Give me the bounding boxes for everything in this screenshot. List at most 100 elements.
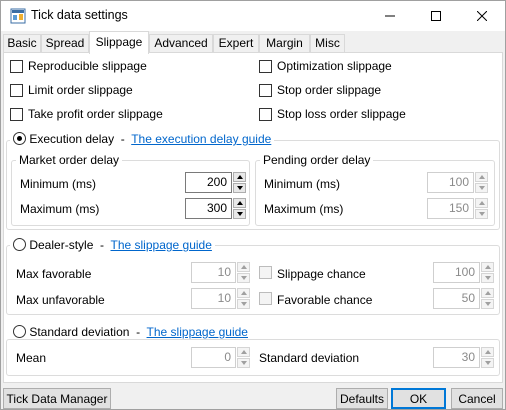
standard-deviation-header: Standard deviation - The slippage guide bbox=[10, 325, 251, 339]
favorable-chance-up-button[interactable] bbox=[481, 288, 494, 298]
limit-order-slippage-label: Limit order slippage bbox=[28, 83, 133, 97]
dealer-style-header: Dealer-style - The slippage guide bbox=[10, 238, 215, 252]
optimization-slippage-checkbox[interactable] bbox=[259, 60, 272, 73]
close-icon bbox=[477, 11, 487, 21]
chevron-down-icon bbox=[478, 186, 485, 190]
stop-order-slippage-label: Stop order slippage bbox=[277, 83, 382, 97]
chevron-up-icon bbox=[240, 265, 247, 269]
slippage-chance-down-button[interactable] bbox=[481, 273, 494, 283]
market-max-up-button[interactable] bbox=[233, 198, 246, 208]
market-min-up-button[interactable] bbox=[233, 172, 246, 182]
chevron-down-icon bbox=[236, 212, 243, 216]
standard-deviation-guide-link[interactable]: The slippage guide bbox=[147, 325, 248, 339]
tick-data-settings-window: Tick data settings Basic Spread Slippage… bbox=[0, 0, 506, 410]
tab-spread[interactable]: Spread bbox=[41, 34, 89, 53]
pending-max-down-button[interactable] bbox=[475, 209, 488, 219]
max-favorable-down-button[interactable] bbox=[237, 273, 250, 283]
tick-data-manager-button[interactable]: Tick Data Manager bbox=[3, 388, 111, 409]
tab-basic[interactable]: Basic bbox=[3, 34, 41, 53]
close-button[interactable] bbox=[459, 1, 505, 31]
pending-min-down-button[interactable] bbox=[475, 183, 488, 193]
dealer-style-label: Dealer-style bbox=[29, 238, 94, 252]
max-unfavorable-stepper[interactable] bbox=[237, 288, 250, 309]
maximize-icon bbox=[431, 11, 441, 21]
max-unfavorable-label: Max unfavorable bbox=[16, 293, 105, 307]
stddev-up-button[interactable] bbox=[481, 347, 494, 357]
market-max-input[interactable]: 300 bbox=[185, 198, 232, 219]
stop-order-slippage-checkbox[interactable] bbox=[259, 84, 272, 97]
chevron-down-icon bbox=[240, 276, 247, 280]
tab-margin[interactable]: Margin bbox=[259, 34, 310, 53]
slippage-chance-up-button[interactable] bbox=[481, 262, 494, 272]
tab-expert[interactable]: Expert bbox=[213, 34, 259, 53]
market-max-down-button[interactable] bbox=[233, 209, 246, 219]
minimize-icon bbox=[385, 15, 395, 17]
favorable-chance-checkbox[interactable] bbox=[259, 292, 272, 305]
chevron-down-icon bbox=[484, 276, 491, 280]
reproducible-slippage-label: Reproducible slippage bbox=[28, 59, 147, 73]
take-profit-slippage-label: Take profit order slippage bbox=[28, 107, 163, 121]
stddev-input[interactable]: 30 bbox=[433, 347, 480, 368]
pending-min-up-button[interactable] bbox=[475, 172, 488, 182]
stddev-stepper[interactable] bbox=[481, 347, 494, 368]
dealer-style-separator: - bbox=[100, 238, 105, 252]
tab-advanced[interactable]: Advanced bbox=[149, 34, 213, 53]
chevron-up-icon bbox=[478, 175, 485, 179]
execution-delay-radio[interactable] bbox=[13, 132, 26, 145]
market-min-down-button[interactable] bbox=[233, 183, 246, 193]
pending-min-input[interactable]: 100 bbox=[427, 172, 474, 193]
mean-down-button[interactable] bbox=[237, 358, 250, 368]
max-favorable-input[interactable]: 10 bbox=[191, 262, 236, 283]
chevron-up-icon bbox=[484, 350, 491, 354]
slippage-chance-checkbox[interactable] bbox=[259, 266, 272, 279]
max-favorable-up-button[interactable] bbox=[237, 262, 250, 272]
favorable-chance-stepper[interactable] bbox=[481, 288, 494, 309]
standard-deviation-radio[interactable] bbox=[13, 325, 26, 338]
cancel-button[interactable]: Cancel bbox=[451, 388, 503, 409]
mean-up-button[interactable] bbox=[237, 347, 250, 357]
favorable-chance-down-button[interactable] bbox=[481, 299, 494, 309]
reproducible-slippage-checkbox[interactable] bbox=[10, 60, 23, 73]
slippage-chance-stepper[interactable] bbox=[481, 262, 494, 283]
mean-label: Mean bbox=[16, 351, 47, 365]
pending-max-input[interactable]: 150 bbox=[427, 198, 474, 219]
chevron-down-icon bbox=[484, 361, 491, 365]
maximize-button[interactable] bbox=[413, 1, 459, 31]
tab-misc[interactable]: Misc bbox=[310, 34, 345, 53]
max-unfavorable-input[interactable]: 10 bbox=[191, 288, 236, 309]
favorable-chance-label: Favorable chance bbox=[277, 293, 373, 307]
market-max-stepper[interactable] bbox=[233, 198, 246, 219]
take-profit-slippage-checkbox[interactable] bbox=[10, 108, 23, 121]
stop-loss-slippage-checkbox[interactable] bbox=[259, 108, 272, 121]
tab-slippage[interactable]: Slippage bbox=[89, 31, 149, 54]
pending-max-stepper[interactable] bbox=[475, 198, 488, 219]
chevron-up-icon bbox=[236, 175, 243, 179]
chevron-up-icon bbox=[240, 350, 247, 354]
slippage-chance-input[interactable]: 100 bbox=[433, 262, 480, 283]
favorable-chance-input[interactable]: 50 bbox=[433, 288, 480, 309]
standard-deviation-group bbox=[6, 339, 500, 376]
max-unfavorable-down-button[interactable] bbox=[237, 299, 250, 309]
minimize-button[interactable] bbox=[367, 1, 413, 31]
market-min-input[interactable]: 200 bbox=[185, 172, 232, 193]
defaults-button[interactable]: Defaults bbox=[336, 388, 388, 409]
mean-input[interactable]: 0 bbox=[191, 347, 236, 368]
ok-button[interactable]: OK bbox=[391, 388, 446, 409]
chevron-up-icon bbox=[478, 201, 485, 205]
pending-max-up-button[interactable] bbox=[475, 198, 488, 208]
optimization-slippage-label: Optimization slippage bbox=[277, 59, 392, 73]
execution-delay-guide-link[interactable]: The execution delay guide bbox=[131, 132, 271, 146]
chevron-up-icon bbox=[240, 291, 247, 295]
dealer-style-radio[interactable] bbox=[13, 238, 26, 251]
pending-min-stepper[interactable] bbox=[475, 172, 488, 193]
market-max-label: Maximum (ms) bbox=[20, 202, 100, 216]
stddev-down-button[interactable] bbox=[481, 358, 494, 368]
dealer-style-guide-link[interactable]: The slippage guide bbox=[111, 238, 212, 252]
mean-stepper[interactable] bbox=[237, 347, 250, 368]
window-title: Tick data settings bbox=[31, 8, 128, 22]
max-unfavorable-up-button[interactable] bbox=[237, 288, 250, 298]
max-favorable-stepper[interactable] bbox=[237, 262, 250, 283]
chevron-down-icon bbox=[236, 186, 243, 190]
market-min-stepper[interactable] bbox=[233, 172, 246, 193]
limit-order-slippage-checkbox[interactable] bbox=[10, 84, 23, 97]
